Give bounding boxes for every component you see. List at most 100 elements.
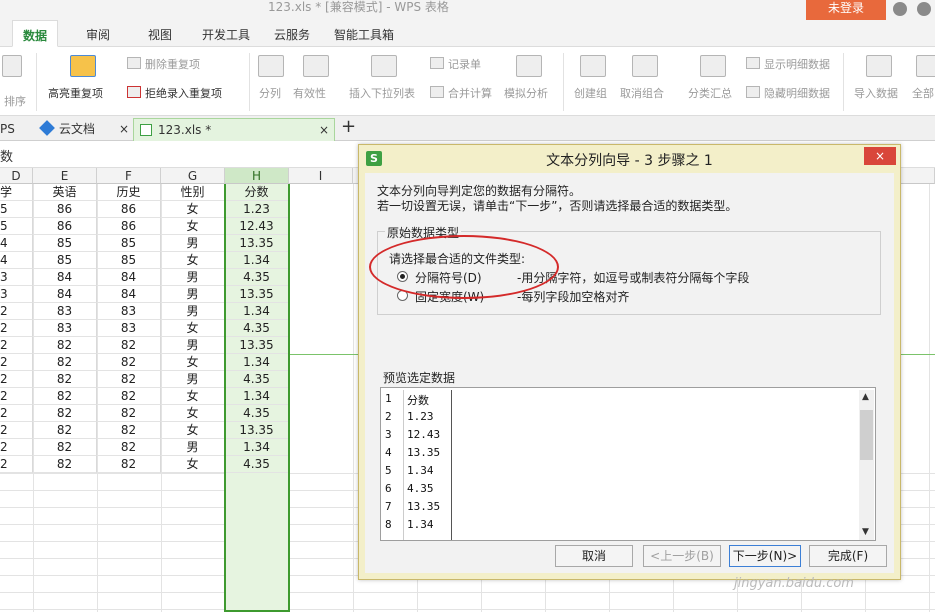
table-cell[interactable]: 2 [0, 303, 33, 320]
preview-scrollbar[interactable]: ▲ ▼ [859, 390, 874, 540]
table-cell[interactable]: 84 [33, 269, 97, 286]
table-cell[interactable]: 84 [97, 286, 161, 303]
header-cell[interactable]: 英语 [33, 184, 97, 201]
table-cell[interactable]: 86 [97, 218, 161, 235]
table-cell[interactable]: 82 [33, 456, 97, 473]
doc-tab-wps[interactable]: PS [0, 118, 15, 141]
tab-view[interactable]: 视图 [148, 20, 172, 47]
table-cell[interactable]: 84 [97, 269, 161, 286]
column-header-h[interactable]: H [225, 168, 289, 184]
table-cell[interactable]: 85 [33, 235, 97, 252]
tab-developer[interactable]: 开发工具 [202, 20, 250, 47]
table-cell[interactable]: 86 [97, 201, 161, 218]
scroll-up-icon[interactable]: ▲ [862, 392, 869, 402]
header-cell[interactable]: 性别 [161, 184, 225, 201]
tab-smart-tools[interactable]: 智能工具箱 [334, 20, 394, 47]
table-cell[interactable]: 女 [161, 201, 225, 218]
table-cell[interactable]: 女 [161, 388, 225, 405]
table-cell[interactable]: 83 [33, 303, 97, 320]
header-cell[interactable]: 学 [0, 184, 33, 201]
table-cell[interactable]: 女 [161, 218, 225, 235]
table-cell[interactable]: 男 [161, 303, 225, 320]
close-tab-icon[interactable]: × [319, 119, 329, 141]
table-cell[interactable]: 82 [33, 439, 97, 456]
table-cell[interactable]: 2 [0, 405, 33, 422]
skin-icon[interactable] [893, 2, 907, 16]
table-cell[interactable]: 2 [0, 439, 33, 456]
close-icon[interactable]: × [864, 147, 896, 165]
table-cell[interactable]: 男 [161, 269, 225, 286]
table-cell[interactable]: 2 [0, 320, 33, 337]
table-cell[interactable]: 5 [0, 201, 33, 218]
settings-icon[interactable] [917, 2, 931, 16]
table-cell[interactable]: 2 [0, 354, 33, 371]
dialog-title-bar[interactable]: S 文本分列向导 - 3 步骤之 1 × [359, 145, 900, 171]
table-cell[interactable]: 男 [161, 235, 225, 252]
tab-data[interactable]: 数据 [12, 20, 59, 47]
table-cell[interactable]: 82 [33, 337, 97, 354]
table-cell[interactable]: 男 [161, 371, 225, 388]
login-button[interactable]: 未登录 [806, 0, 886, 20]
table-cell[interactable]: 女 [161, 354, 225, 371]
table-cell[interactable]: 男 [161, 439, 225, 456]
table-cell[interactable]: 82 [97, 405, 161, 422]
table-cell[interactable]: 83 [97, 320, 161, 337]
scroll-down-icon[interactable]: ▼ [862, 527, 869, 537]
table-cell[interactable]: 82 [97, 439, 161, 456]
table-cell[interactable]: 5 [0, 218, 33, 235]
table-cell[interactable]: 86 [33, 201, 97, 218]
tab-review[interactable]: 审阅 [86, 20, 110, 47]
table-cell[interactable]: 82 [33, 388, 97, 405]
table-cell[interactable]: 82 [97, 388, 161, 405]
column-header-d[interactable]: D [0, 168, 33, 184]
table-cell[interactable]: 女 [161, 320, 225, 337]
table-cell[interactable]: 女 [161, 422, 225, 439]
cancel-button[interactable]: 取消 [555, 545, 633, 567]
table-cell[interactable]: 82 [97, 354, 161, 371]
prev-step-button[interactable]: <上一步(B) [643, 545, 721, 567]
next-step-button[interactable]: 下一步(N)> [729, 545, 801, 567]
header-cell[interactable]: 历史 [97, 184, 161, 201]
table-cell[interactable]: 2 [0, 337, 33, 354]
table-cell[interactable]: 3 [0, 269, 33, 286]
table-cell[interactable]: 82 [97, 422, 161, 439]
table-cell[interactable]: 女 [161, 252, 225, 269]
table-cell[interactable]: 83 [33, 320, 97, 337]
table-cell[interactable]: 82 [33, 354, 97, 371]
tab-cloud[interactable]: 云服务 [274, 20, 310, 47]
table-cell[interactable]: 女 [161, 405, 225, 422]
column-header-g[interactable]: G [161, 168, 225, 184]
table-cell[interactable]: 83 [97, 303, 161, 320]
table-cell[interactable]: 女 [161, 456, 225, 473]
table-cell[interactable]: 2 [0, 456, 33, 473]
table-cell[interactable]: 82 [33, 405, 97, 422]
doc-tab-file[interactable]: 123.xls * × [133, 118, 335, 141]
table-cell[interactable]: 82 [97, 337, 161, 354]
doc-tab-cloud[interactable]: 云文档 [59, 118, 95, 141]
finish-button[interactable]: 完成(F) [809, 545, 887, 567]
table-cell[interactable]: 2 [0, 422, 33, 439]
close-tab-icon[interactable]: × [119, 118, 129, 141]
table-cell[interactable]: 2 [0, 371, 33, 388]
table-cell[interactable]: 85 [97, 252, 161, 269]
table-cell[interactable]: 82 [97, 456, 161, 473]
table-cell[interactable]: 2 [0, 388, 33, 405]
table-cell[interactable]: 82 [33, 371, 97, 388]
table-cell[interactable]: 82 [97, 371, 161, 388]
table-cell[interactable]: 4 [0, 235, 33, 252]
table-cell[interactable]: 85 [33, 252, 97, 269]
new-tab-button[interactable]: + [341, 116, 356, 139]
column-header-i[interactable]: I [289, 168, 353, 184]
table-cell[interactable]: 男 [161, 286, 225, 303]
scrollbar-thumb[interactable] [860, 410, 873, 460]
table-cell[interactable]: 男 [161, 337, 225, 354]
table-cell[interactable]: 4 [0, 252, 33, 269]
table-cell[interactable]: 85 [97, 235, 161, 252]
column-header-f[interactable]: F [97, 168, 161, 184]
table-cell[interactable]: 84 [33, 286, 97, 303]
table-cell[interactable]: 82 [33, 422, 97, 439]
table-cell[interactable]: 3 [0, 286, 33, 303]
name-box[interactable]: 数 [0, 146, 13, 165]
column-header-e[interactable]: E [33, 168, 97, 184]
table-cell[interactable]: 86 [33, 218, 97, 235]
